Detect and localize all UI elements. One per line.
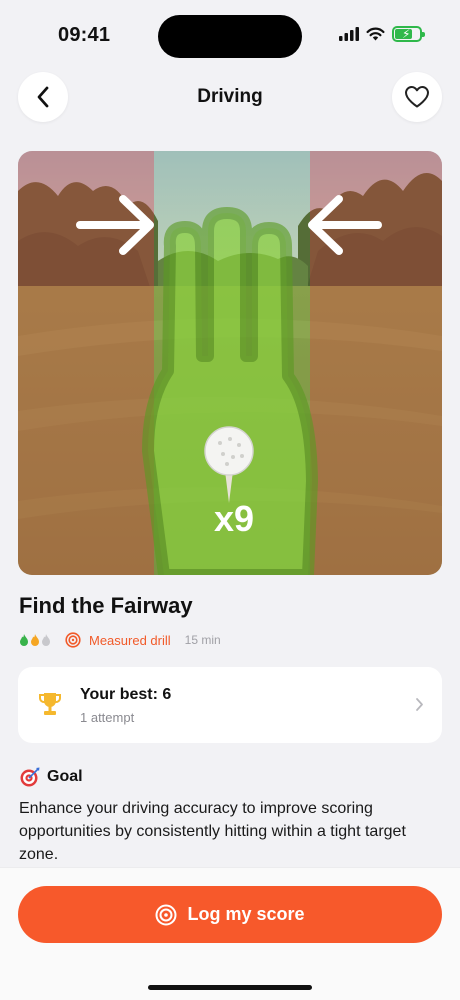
flame-icon: [31, 633, 39, 646]
drill-title: Find the Fairway: [19, 593, 193, 618]
page-title: Driving: [197, 86, 263, 107]
difficulty-indicator: [19, 633, 51, 647]
status-icons: ⚡: [339, 26, 425, 42]
goal-heading: Goal: [47, 768, 83, 785]
heart-icon: [405, 86, 429, 108]
log-score-button[interactable]: Log my score: [18, 886, 442, 943]
drill-duration: 15 min: [184, 633, 221, 647]
drill-type-label: Measured drill: [89, 632, 171, 648]
target-icon: [155, 904, 177, 925]
target-icon: [65, 632, 81, 648]
log-score-label: Log my score: [187, 904, 305, 924]
home-indicator[interactable]: [148, 985, 312, 990]
best-score-label: Your best: 6: [80, 686, 172, 703]
flame-icon: [42, 633, 50, 646]
drill-illustration: x9: [18, 151, 442, 575]
dynamic-island: [158, 15, 302, 58]
goal-header: Goal: [19, 766, 83, 788]
drill-type: Measured drill: [65, 632, 171, 648]
attempt-count: 1 attempt: [80, 710, 135, 725]
flame-icon: [20, 633, 28, 646]
trophy-icon: [38, 693, 62, 715]
status-bar: 09:41 ⚡: [0, 0, 460, 62]
repetitions-label: x9: [214, 498, 254, 539]
status-time: 09:41: [58, 24, 111, 46]
chevron-right-icon: [416, 698, 423, 711]
goal-description: Enhance your driving accuracy to improve…: [19, 800, 406, 863]
wifi-icon: [366, 27, 385, 41]
best-score-card[interactable]: Your best: 6 1 attempt: [18, 667, 442, 743]
dart-target-icon: [20, 767, 40, 787]
favorite-button[interactable]: [392, 72, 442, 122]
signal-icon: [339, 27, 359, 41]
miss-zone-right: [310, 151, 442, 575]
battery-icon: ⚡: [392, 26, 425, 42]
drill-meta: Measured drill 15 min: [19, 630, 221, 650]
